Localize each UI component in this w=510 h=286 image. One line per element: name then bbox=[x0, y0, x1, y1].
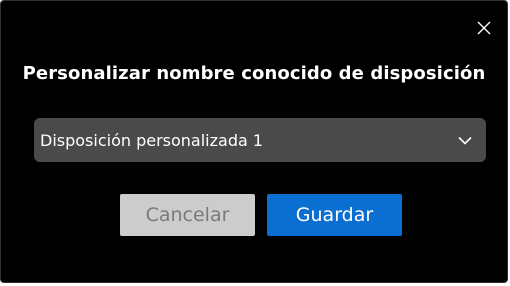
save-button[interactable]: Guardar bbox=[267, 194, 402, 236]
layout-name-dropdown[interactable]: Disposición personalizada 1 bbox=[34, 118, 486, 162]
chevron-down-icon bbox=[456, 131, 474, 149]
close-icon bbox=[477, 21, 491, 35]
rename-layout-dialog: Personalizar nombre conocido de disposic… bbox=[0, 0, 508, 283]
cancel-button[interactable]: Cancelar bbox=[120, 194, 255, 236]
dropdown-selected-value: Disposición personalizada 1 bbox=[40, 130, 264, 150]
dialog-title: Personalizar nombre conocido de disposic… bbox=[22, 63, 486, 84]
close-button[interactable] bbox=[473, 17, 495, 39]
